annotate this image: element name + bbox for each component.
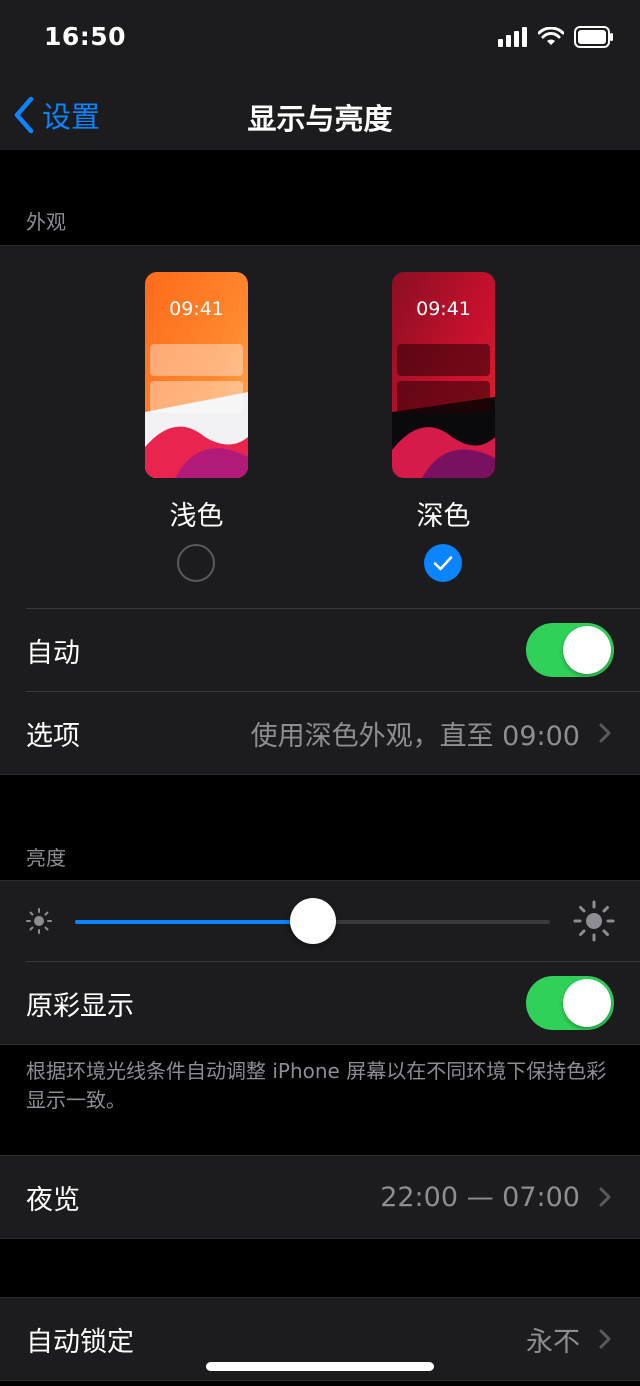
dark-preview-card — [397, 344, 490, 376]
night-shift-row[interactable]: 夜览 22:00 — 07:00 — [0, 1156, 640, 1238]
toggle-knob — [563, 979, 611, 1027]
night-shift-value: 22:00 — 07:00 — [380, 1181, 580, 1213]
navigation-bar: 设置 显示与亮度 — [0, 80, 640, 150]
auto-lock-value: 永不 — [526, 1326, 580, 1358]
true-tone-footnote: 根据环境光线条件自动调整 iPhone 屏幕以在不同环境下保持色彩显示一致。 — [26, 1059, 607, 1112]
dark-mode-preview[interactable]: 09:41 — [392, 272, 495, 478]
light-mode-preview[interactable]: 09:41 — [145, 272, 248, 478]
brightness-slider-fill — [75, 920, 313, 924]
chevron-right-icon — [599, 723, 611, 743]
status-icons — [498, 26, 614, 48]
home-indicator[interactable] — [206, 1362, 434, 1371]
options-row[interactable]: 选项 使用深色外观，直至 09:00 — [0, 692, 640, 774]
chevron-right-icon — [599, 1187, 611, 1207]
true-tone-label: 原彩显示 — [26, 990, 134, 1022]
sun-small-icon — [26, 908, 52, 934]
brightness-group: 原彩显示 — [0, 880, 640, 1045]
dark-mode-radio[interactable] — [424, 544, 462, 582]
light-preview-time: 09:41 — [169, 298, 224, 320]
cellular-signal-icon — [498, 27, 527, 47]
brightness-section-header: 亮度 — [26, 846, 66, 870]
chevron-right-icon — [599, 1329, 611, 1349]
page-title: 显示与亮度 — [247, 102, 393, 136]
auto-label: 自动 — [26, 637, 80, 669]
night-shift-group: 夜览 22:00 — 07:00 — [0, 1155, 640, 1239]
status-bar: 16:50 — [0, 0, 640, 80]
true-tone-toggle[interactable] — [526, 976, 614, 1030]
brightness-slider-thumb[interactable] — [289, 898, 336, 944]
sun-large-icon — [573, 900, 615, 942]
dark-preview-time: 09:41 — [416, 298, 471, 320]
dark-preview-card — [397, 381, 490, 413]
appearance-picker: 09:41 浅色 09:41 深色 — [0, 246, 640, 608]
brightness-slider-track[interactable] — [75, 898, 550, 944]
light-preview-card — [150, 381, 243, 413]
auto-row: 自动 — [0, 609, 640, 691]
appearance-group: 09:41 浅色 09:41 深色 自动 选项 使用深色外观，直至 09:00 — [0, 245, 640, 775]
auto-lock-label: 自动锁定 — [26, 1326, 134, 1358]
display-brightness-screen: 16:50 设置 显示与亮度 外观 09:41 浅色 09:41 深色 自动 选… — [0, 0, 640, 1386]
options-label: 选项 — [26, 720, 80, 752]
appearance-section-header: 外观 — [26, 210, 66, 234]
light-mode-label: 浅色 — [169, 501, 224, 532]
battery-icon — [574, 26, 613, 48]
toggle-knob — [563, 626, 611, 674]
status-time: 16:50 — [44, 22, 127, 51]
true-tone-row: 原彩显示 — [0, 962, 640, 1044]
dark-mode-label: 深色 — [416, 501, 471, 532]
light-mode-radio[interactable] — [177, 544, 215, 582]
wifi-icon — [538, 27, 564, 45]
auto-toggle[interactable] — [526, 623, 614, 677]
light-preview-card — [150, 344, 243, 376]
brightness-slider-row — [0, 881, 640, 961]
night-shift-label: 夜览 — [26, 1184, 80, 1216]
checkmark-icon — [433, 556, 453, 571]
options-value: 使用深色外观，直至 09:00 — [250, 720, 580, 752]
